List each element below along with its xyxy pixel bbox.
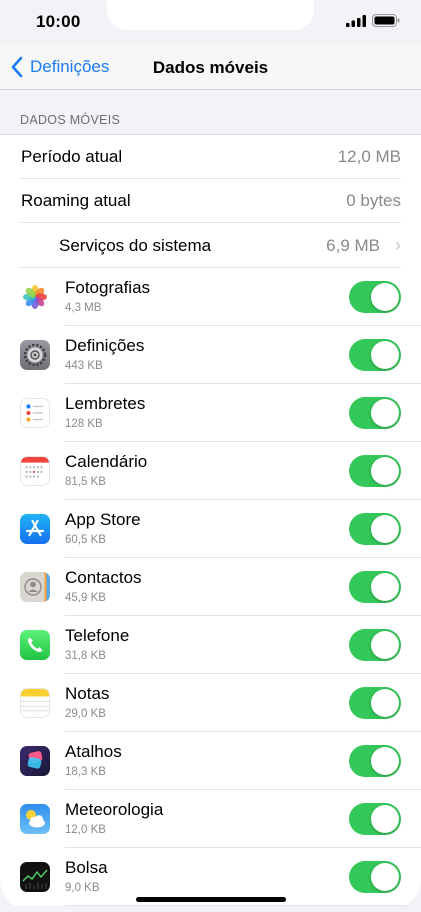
current-roaming-value: 0 bytes: [346, 191, 401, 210]
home-indicator[interactable]: [136, 897, 286, 902]
cellular-signal-icon: [346, 15, 366, 27]
toggle-knob: [371, 631, 399, 659]
row-divider: [65, 905, 421, 906]
app-store-toggle[interactable]: [349, 513, 401, 545]
app-name: Bolsa: [65, 858, 108, 877]
photos-icon: [20, 282, 50, 312]
stocks-icon: [20, 862, 50, 892]
contacts-toggle[interactable]: [349, 571, 401, 603]
status-bar: 10:00: [0, 0, 421, 44]
app-data-size: 31,8 KB: [65, 650, 106, 662]
notch: [107, 0, 314, 30]
app-name: Fotografias: [65, 278, 151, 297]
phone-icon: [20, 630, 50, 660]
toggle-knob: [371, 747, 399, 775]
app-data-size: 4,3 MB: [65, 302, 102, 314]
contacts-icon: [20, 572, 50, 602]
app-name: App Store: [65, 510, 141, 529]
phone-screen: 10:00 Definições Dados móveis DADOS MÓVE…: [0, 0, 421, 912]
shortcuts-toggle[interactable]: [349, 745, 401, 777]
stocks-toggle[interactable]: [349, 861, 401, 893]
notes-toggle[interactable]: [349, 687, 401, 719]
photos-toggle[interactable]: [349, 281, 401, 313]
system-services-value: 6,9 MB: [326, 235, 380, 255]
page-title: Dados móveis: [152, 58, 269, 77]
app-name: Calendário: [65, 452, 148, 471]
calendar-icon: [20, 456, 50, 486]
weather-icon: [20, 804, 50, 834]
reminders-toggle[interactable]: [349, 397, 401, 429]
calendar-toggle[interactable]: [349, 455, 401, 487]
current-roaming-row: Roaming atual 0 bytes: [0, 179, 421, 223]
app-name: Notas: [65, 684, 110, 703]
app-name: Lembretes: [65, 394, 146, 413]
toggle-knob: [371, 341, 399, 369]
app-row-settings: Definições 443 KB: [0, 326, 421, 384]
current-period-row: Período atual 12,0 MB: [0, 135, 421, 179]
toggle-knob: [371, 515, 399, 543]
current-period-value: 12,0 MB: [337, 147, 401, 166]
app-name: Meteorologia: [65, 800, 164, 819]
app-data-size: 128 KB: [65, 418, 103, 430]
settings-icon: [20, 340, 50, 370]
app-data-size: 9,0 KB: [65, 882, 100, 894]
app-row-notes: Notas 29,0 KB: [0, 674, 421, 732]
system-services-label: Serviços do sistema: [59, 235, 212, 255]
toggle-knob: [371, 805, 399, 833]
app-row-weather: Meteorologia 12,0 KB: [0, 790, 421, 848]
app-name: Atalhos: [65, 742, 122, 761]
current-period-label: Período atual: [21, 147, 123, 166]
settings-toggle[interactable]: [349, 339, 401, 371]
navigation-bar: Definições Dados móveis: [0, 44, 421, 90]
app-data-size: 45,9 KB: [65, 592, 106, 604]
cellular-data-list: Período atual 12,0 MB Roaming atual 0 by…: [0, 134, 421, 906]
toggle-knob: [371, 283, 399, 311]
toggle-knob: [371, 457, 399, 485]
app-store-icon: [20, 514, 50, 544]
status-time: 10:00: [36, 12, 81, 31]
app-name: Contactos: [65, 568, 142, 587]
app-row-photos: Fotografias 4,3 MB: [0, 268, 421, 326]
chevron-right-icon: ›: [395, 235, 401, 255]
toggle-knob: [371, 863, 399, 891]
app-row-calendar: Calendário 81,5 KB: [0, 442, 421, 500]
toggle-knob: [371, 573, 399, 601]
app-data-size: 443 KB: [65, 360, 103, 372]
app-row-phone: Telefone 31,8 KB: [0, 616, 421, 674]
app-row-contacts: Contactos 45,9 KB: [0, 558, 421, 616]
app-row-reminders: Lembretes 128 KB: [0, 384, 421, 442]
app-data-size: 18,3 KB: [65, 766, 106, 778]
app-data-size: 60,5 KB: [65, 534, 106, 546]
app-data-size: 12,0 KB: [65, 824, 106, 836]
app-data-size: 29,0 KB: [65, 708, 106, 720]
system-services-row[interactable]: Serviços do sistema 6,9 MB ›: [0, 223, 421, 268]
toggle-knob: [371, 399, 399, 427]
weather-toggle[interactable]: [349, 803, 401, 835]
reminders-icon: [20, 398, 50, 428]
section-header: DADOS MÓVEIS: [20, 113, 121, 127]
battery-icon: [372, 14, 400, 27]
app-data-size: 81,5 KB: [65, 476, 106, 488]
app-name: Telefone: [65, 626, 130, 645]
phone-toggle[interactable]: [349, 629, 401, 661]
shortcuts-icon: [20, 746, 50, 776]
app-name: Definições: [65, 336, 145, 355]
notes-icon: [20, 688, 50, 718]
app-row-app-store: App Store 60,5 KB: [0, 500, 421, 558]
app-row-shortcuts: Atalhos 18,3 KB: [0, 732, 421, 790]
current-roaming-label: Roaming atual: [21, 191, 131, 210]
toggle-knob: [371, 689, 399, 717]
